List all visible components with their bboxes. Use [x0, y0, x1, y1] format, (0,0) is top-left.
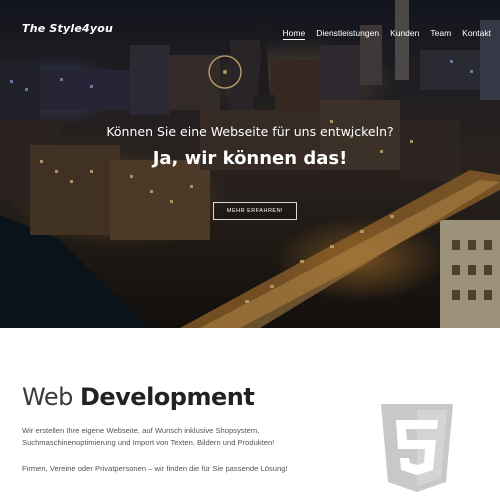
- nav-dienstleistungen[interactable]: Dienstleistungen: [316, 28, 379, 40]
- hero-title: Ja, wir können das!: [152, 148, 348, 169]
- html5-icon: [381, 404, 453, 492]
- nav-team[interactable]: Team: [430, 28, 451, 40]
- section-paragraph-1: Wir erstellen Ihre eigene Webseite, auf …: [22, 426, 275, 447]
- learn-more-button[interactable]: MEHR ERFAHREN!: [213, 202, 297, 220]
- site-logo[interactable]: The Style4you: [22, 22, 113, 35]
- section-title-light: Web: [22, 383, 80, 411]
- nav-kunden[interactable]: Kunden: [390, 28, 419, 40]
- section-title: Web Development: [22, 383, 255, 411]
- main-nav: Home Dienstleistungen Kunden Team Kontak…: [272, 28, 491, 40]
- hero-subtitle: Können Sie eine Webseite für uns entwick…: [106, 124, 394, 139]
- section-paragraph-2: Firmen, Vereine oder Privatpersonen – wi…: [22, 464, 288, 473]
- nav-kontakt[interactable]: Kontakt: [462, 28, 491, 40]
- nav-home[interactable]: Home: [282, 28, 306, 40]
- hero-banner: The Style4you Home Dienstleistungen Kund…: [0, 0, 500, 328]
- section-title-bold: Development: [79, 383, 255, 411]
